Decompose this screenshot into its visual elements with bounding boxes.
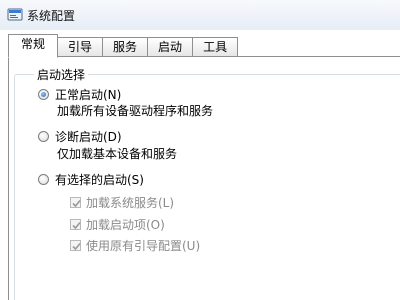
selective-startup-label[interactable]: 有选择的启动(S)	[55, 171, 144, 188]
system-config-icon	[7, 7, 23, 23]
selective-startup-radio[interactable]	[38, 174, 49, 185]
diagnostic-startup-radio[interactable]	[38, 131, 49, 142]
tab-general[interactable]: 常规	[8, 34, 59, 58]
checkmark-icon	[72, 221, 81, 230]
tab-tools[interactable]: 工具	[193, 37, 239, 57]
checkmark-icon	[72, 242, 81, 251]
checkmark-icon	[72, 199, 81, 208]
tab-boot[interactable]: 引导	[58, 37, 104, 57]
normal-startup-description: 加载所有设备驱动程序和服务	[57, 104, 214, 118]
normal-startup-label[interactable]: 正常启动(N)	[55, 86, 121, 103]
tab-services[interactable]: 服务	[103, 37, 149, 57]
title-bar: 系统配置	[0, 0, 400, 30]
use-original-boot-config-label: 使用原有引导配置(U)	[86, 239, 201, 253]
use-original-boot-config-checkbox[interactable]	[70, 240, 81, 251]
diagnostic-startup-description: 仅加载基本设备和服务	[57, 147, 178, 161]
diagnostic-startup-label[interactable]: 诊断启动(D)	[55, 128, 122, 145]
window-title: 系统配置	[27, 9, 76, 23]
tab-strip: 常规 引导 服务 启动 工具	[8, 34, 239, 58]
normal-startup-radio[interactable]	[38, 89, 49, 100]
load-startup-items-checkbox[interactable]	[70, 219, 81, 230]
load-system-services-label: 加载系统服务(L)	[86, 196, 175, 210]
load-system-services-checkbox[interactable]	[70, 197, 81, 208]
group-label: 启动选择	[34, 66, 89, 83]
tab-startup[interactable]: 启动	[148, 37, 194, 57]
system-config-window: 系统配置 常规 引导 服务 启动 工具 启动选择 正常启动(N) 加载所有设备驱…	[0, 0, 400, 300]
load-startup-items-label: 加载启动项(O)	[86, 218, 165, 232]
